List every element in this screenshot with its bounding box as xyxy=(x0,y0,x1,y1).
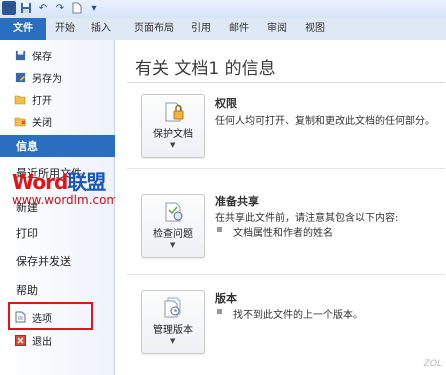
bullet-icon xyxy=(217,309,222,314)
options-highlight-box xyxy=(8,302,93,330)
protect-document-label: 保护文档 xyxy=(153,129,193,140)
manage-versions-button[interactable]: 管理版本 ▼ xyxy=(141,290,205,354)
section-divider xyxy=(127,168,445,169)
ribbon-tabs: 文件 开始 插入 页面布局 引用 邮件 审阅 视图 xyxy=(0,18,446,41)
backstage-print-label: 打印 xyxy=(16,227,38,240)
backstage-save-send[interactable]: 保存并发送 xyxy=(0,250,130,272)
manage-versions-icon xyxy=(163,297,185,319)
backstage-info-label: 信息 xyxy=(16,140,38,153)
backstage-save-send-label: 保存并发送 xyxy=(16,255,71,268)
exit-icon xyxy=(14,334,26,346)
new-document-icon[interactable] xyxy=(70,1,84,15)
permissions-heading: 权限 xyxy=(215,97,237,110)
open-folder-icon xyxy=(14,93,26,105)
chevron-down-icon: ▼ xyxy=(170,141,176,149)
watermark-logo: Word联盟 xyxy=(12,170,106,194)
backstage-help[interactable]: 帮助 xyxy=(0,279,130,301)
info-pane: 有关 文档1 的信息 保护文档 ▼ 权限 任何人均可打开、复制和更改此文档的任何… xyxy=(115,40,446,375)
tab-view[interactable]: 视图 xyxy=(300,18,330,40)
protect-document-icon xyxy=(163,101,185,123)
tab-references[interactable]: 引用 xyxy=(186,18,216,40)
backstage-save[interactable]: 保存 xyxy=(0,44,114,66)
title-divider xyxy=(127,82,445,83)
chevron-down-icon: ▼ xyxy=(170,241,176,249)
prepare-description: 在共享此文件前，请注意其包含以下内容: xyxy=(215,213,399,224)
save-as-icon xyxy=(14,71,26,83)
page-title: 有关 文档1 的信息 xyxy=(135,59,276,79)
backstage-open[interactable]: 打开 xyxy=(0,88,114,110)
versions-description: 找不到此文件的上一个版本。 xyxy=(233,310,363,321)
title-bar: W ↶ ↷ ▾ xyxy=(0,0,446,19)
bullet-icon xyxy=(217,227,222,232)
quick-access-toolbar: W ↶ ↷ ▾ xyxy=(2,1,101,15)
permissions-description: 任何人均可打开、复制和更改此文档的任何部分。 xyxy=(215,116,435,127)
check-issues-button[interactable]: 检查问题 ▼ xyxy=(141,194,205,258)
protect-document-button[interactable]: 保护文档 ▼ xyxy=(141,94,205,158)
check-issues-label: 检查问题 xyxy=(153,229,193,240)
tab-review[interactable]: 审阅 xyxy=(262,18,292,40)
save-icon xyxy=(14,49,26,61)
save-icon[interactable] xyxy=(19,1,33,15)
customize-dropdown-icon[interactable]: ▾ xyxy=(87,1,101,15)
backstage-info[interactable]: 信息 xyxy=(0,135,130,157)
backstage-exit-label: 退出 xyxy=(32,336,52,348)
prepare-heading: 准备共享 xyxy=(215,195,259,208)
backstage-close-label: 关闭 xyxy=(32,117,52,129)
tab-mailings[interactable]: 邮件 xyxy=(224,18,254,40)
tab-file[interactable]: 文件 xyxy=(0,18,46,40)
redo-icon[interactable]: ↷ xyxy=(53,1,67,15)
backstage-save-label: 保存 xyxy=(32,51,52,63)
backstage-save-as-label: 另存为 xyxy=(32,73,62,85)
word-icon[interactable]: W xyxy=(2,1,16,15)
close-folder-icon xyxy=(14,115,26,127)
corner-watermark: ZOL xyxy=(423,359,442,369)
watermark-url: www.wordlm.com xyxy=(12,193,119,207)
backstage-help-label: 帮助 xyxy=(16,284,38,297)
manage-versions-label: 管理版本 xyxy=(153,325,193,336)
backstage-save-as[interactable]: 另存为 xyxy=(0,66,114,88)
tab-page-layout[interactable]: 页面布局 xyxy=(126,18,182,40)
backstage-exit[interactable]: 退出 xyxy=(0,329,114,351)
versions-heading: 版本 xyxy=(215,292,237,305)
prepare-bullet-text: 文档属性和作者的姓名 xyxy=(233,228,333,239)
backstage-close[interactable]: 关闭 xyxy=(0,110,114,132)
chevron-down-icon: ▼ xyxy=(170,337,176,345)
tab-insert[interactable]: 插入 xyxy=(86,18,116,40)
backstage-open-label: 打开 xyxy=(32,95,52,107)
section-divider xyxy=(127,274,445,275)
site-watermark: Word联盟 www.wordlm.com xyxy=(12,172,118,207)
check-issues-icon xyxy=(163,201,185,223)
tab-home[interactable]: 开始 xyxy=(50,18,80,40)
backstage-print[interactable]: 打印 xyxy=(0,222,130,244)
undo-icon[interactable]: ↶ xyxy=(36,1,50,15)
